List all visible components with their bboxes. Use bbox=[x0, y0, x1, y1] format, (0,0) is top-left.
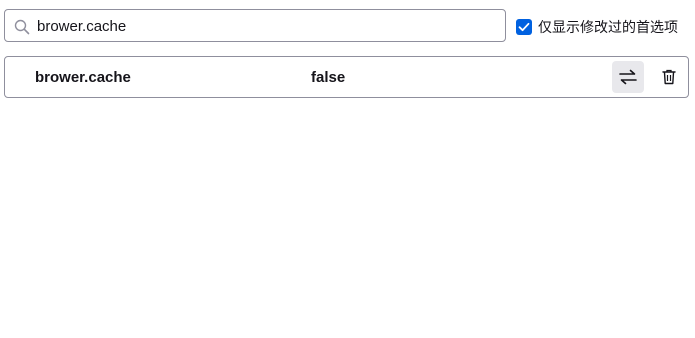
show-modified-toggle[interactable]: 仅显示修改过的首选项 bbox=[516, 17, 678, 37]
pref-name: brower.cache bbox=[35, 69, 131, 86]
preferences-table: brower.cache false bbox=[4, 56, 689, 98]
pref-value: false bbox=[311, 69, 346, 86]
search-box[interactable] bbox=[4, 9, 506, 42]
delete-button[interactable] bbox=[653, 61, 685, 93]
checkmark-icon bbox=[518, 22, 530, 32]
toggle-arrows-icon bbox=[619, 69, 637, 85]
search-icon bbox=[14, 19, 30, 35]
trash-icon bbox=[662, 69, 676, 85]
show-modified-label: 仅显示修改过的首选项 bbox=[538, 20, 678, 36]
show-modified-checkbox[interactable] bbox=[516, 19, 532, 35]
toggle-button[interactable] bbox=[612, 61, 644, 93]
search-input[interactable] bbox=[37, 13, 492, 39]
toolbar: 仅显示修改过的首选项 bbox=[4, 9, 691, 44]
